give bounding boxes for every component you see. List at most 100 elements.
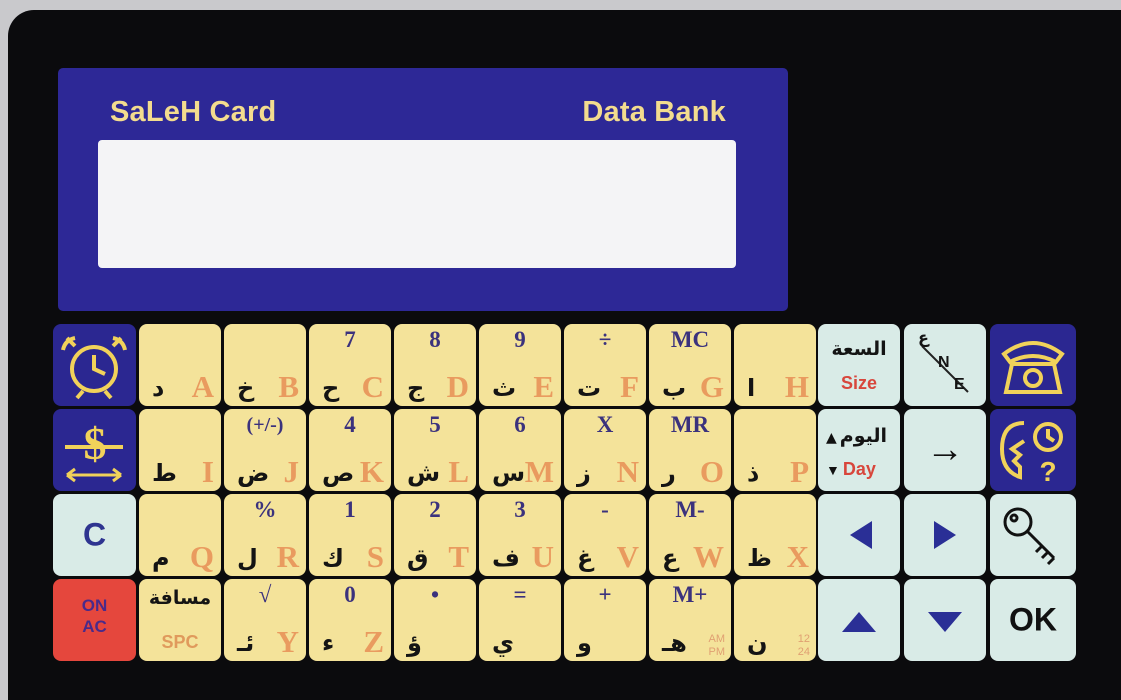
letter-key[interactable]: ÷ ت F	[564, 324, 646, 406]
on-ac-key[interactable]: ON AC	[53, 579, 136, 661]
n-e-key-e: E	[954, 376, 965, 393]
password-key[interactable]	[990, 494, 1076, 576]
bottom-row-key[interactable]: 0ءZ	[309, 579, 391, 661]
phone-key[interactable]	[990, 324, 1076, 406]
key-arabic-letter: هـ	[662, 629, 687, 657]
key-latin-letter: V	[616, 539, 639, 574]
key-arabic-letter: خ	[237, 374, 255, 402]
key-function-label: 7	[344, 327, 356, 352]
ac-label: AC	[82, 617, 107, 636]
letter-key[interactable]: طI	[139, 409, 221, 491]
svg-text:$: $	[84, 418, 107, 469]
bottom-row-key[interactable]: • ؤ	[394, 579, 476, 661]
right-key[interactable]	[904, 494, 986, 576]
ok-key[interactable]: OK	[990, 579, 1076, 661]
am-label: AM	[708, 633, 726, 645]
space-key-label: SPC	[161, 632, 199, 652]
letter-key[interactable]: MR ر O	[649, 409, 731, 491]
key-latin-letter: T	[448, 539, 469, 574]
enter-key[interactable]: →	[904, 409, 986, 491]
key-arabic-letter: ص	[322, 459, 355, 487]
key-arabic-letter: ل	[237, 544, 258, 572]
key-latin-letter: S	[366, 539, 384, 574]
key-latin-letter: N	[616, 454, 639, 489]
letter-key[interactable]: 3 فU	[479, 494, 561, 576]
currency-key[interactable]: $	[53, 409, 136, 491]
key-latin-letter: O	[699, 454, 724, 489]
key-latin-letter: L	[448, 454, 469, 489]
letter-key[interactable]: XزN	[564, 409, 646, 491]
letter-key[interactable]: M- ع W	[649, 494, 731, 576]
key-arabic-letter: ق	[407, 544, 429, 572]
hour-format-label: 12 24	[798, 633, 810, 659]
day-key[interactable]: ▲ اليوم ▼ Day	[818, 409, 900, 491]
key-function-label: √	[258, 582, 272, 607]
bottom-row-key[interactable]: ن 12 24	[734, 579, 816, 661]
key-latin-letter: C	[361, 369, 384, 404]
key-function-label: 2	[429, 497, 441, 522]
letter-key[interactable]: ظX	[734, 494, 816, 576]
key-arabic-letter: ز	[577, 459, 591, 487]
key-latin-letter: F	[620, 369, 639, 404]
svg-text:?: ?	[1039, 456, 1056, 487]
bottom-row-key[interactable]: = ي	[479, 579, 561, 661]
key-function-label: •	[430, 582, 440, 607]
letter-key[interactable]: 6 سM	[479, 409, 561, 491]
letter-key[interactable]: MC ب G	[649, 324, 731, 406]
day-key-arabic: اليوم	[839, 425, 888, 447]
bottom-row-key[interactable]: M+ هـ AM PM	[649, 579, 731, 661]
n-e-key-n: N	[938, 354, 950, 371]
key-latin-letter: J	[283, 454, 300, 489]
letter-key[interactable]: 2قT	[394, 494, 476, 576]
letter-key[interactable]: دA	[139, 324, 221, 406]
letter-key[interactable]: مQ	[139, 494, 221, 576]
space-key[interactable]: مسافة SPC	[139, 579, 221, 661]
alarm-key[interactable]	[53, 324, 136, 406]
size-key-arabic: السعة	[831, 338, 887, 360]
letter-key[interactable]: 4 صK	[309, 409, 391, 491]
n-e-key[interactable]: ع N E	[904, 324, 986, 406]
letter-key[interactable]: -غV	[564, 494, 646, 576]
key-latin-letter: I	[201, 454, 214, 489]
letter-key[interactable]: 7حC	[309, 324, 391, 406]
up-key[interactable]	[818, 579, 900, 661]
key-latin-letter: H	[784, 369, 809, 404]
down-key[interactable]	[904, 579, 986, 661]
letter-key[interactable]: 1كS	[309, 494, 391, 576]
letter-key[interactable]: خB	[224, 324, 306, 406]
key-icon	[1003, 507, 1056, 566]
clear-key[interactable]: C	[53, 494, 136, 576]
letter-key[interactable]: ذP	[734, 409, 816, 491]
brand-name: SaLeH Card	[110, 96, 277, 128]
key-arabic-letter: ؤ	[407, 629, 422, 657]
key-latin-letter: D	[446, 369, 469, 404]
letter-key[interactable]: (+/-) ض J	[224, 409, 306, 491]
space-key-arabic: مسافة	[148, 587, 212, 609]
arrow-right-icon	[934, 521, 956, 549]
twenty-four-hour-label: 24	[797, 646, 810, 658]
letter-key[interactable]: 8جD	[394, 324, 476, 406]
key-arabic-letter: ش	[407, 459, 441, 487]
key-function-label: %	[253, 497, 277, 522]
bottom-row-key[interactable]: √ ئـ Y	[224, 579, 306, 661]
key-arabic-letter: ت	[577, 374, 602, 402]
brand-subtitle: Data Bank	[582, 96, 726, 128]
letter-key[interactable]: 9 ثE	[479, 324, 561, 406]
time-help-key[interactable]: ?	[990, 409, 1076, 491]
key-function-label: MC	[670, 327, 710, 352]
key-function-label: M+	[672, 582, 708, 607]
am-pm-label: AM PM	[709, 633, 726, 659]
twelve-hour-label: 12	[797, 633, 810, 645]
key-latin-letter: B	[278, 369, 299, 404]
bottom-row-key[interactable]: + و	[564, 579, 646, 661]
size-key[interactable]: السعة Size	[818, 324, 900, 406]
left-key[interactable]	[818, 494, 900, 576]
key-function-label: 6	[514, 412, 526, 437]
key-function-label: 0	[344, 582, 356, 607]
letter-key[interactable]: اH	[734, 324, 816, 406]
key-latin-letter: M	[524, 454, 554, 489]
ok-key-label: OK	[1009, 601, 1057, 638]
letter-key[interactable]: 5 شL	[394, 409, 476, 491]
key-function-label: +	[598, 582, 612, 607]
letter-key[interactable]: % ل R	[224, 494, 306, 576]
